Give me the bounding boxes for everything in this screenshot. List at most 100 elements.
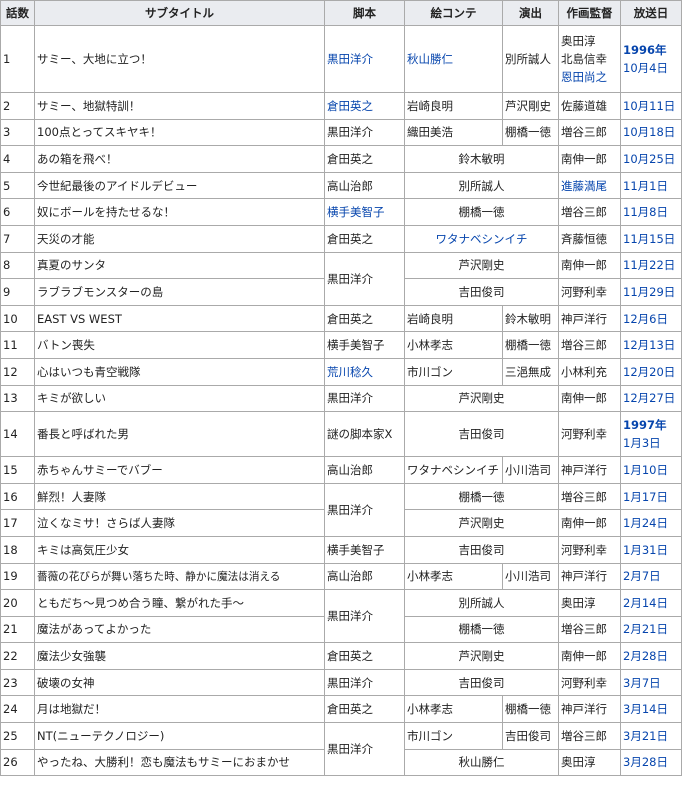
air-date-link[interactable]: 1月17日 [623,490,668,504]
animation-director-name: 北島信幸 [561,52,607,66]
air-date-link[interactable]: 11月29日 [623,285,675,299]
animation-director-name: 奥田淳 [561,34,596,48]
episode-storyboard: 小林孝志 [404,562,503,591]
air-date-link[interactable]: 10月18日 [623,125,675,139]
air-date-link[interactable]: 12月6日 [623,312,668,326]
header-storyboard: 絵コンテ [404,0,503,26]
animation-director-link[interactable]: 進藤満尾 [561,179,607,193]
air-date-link[interactable]: 3月7日 [623,676,661,690]
episode-number: 15 [0,456,35,484]
episode-storyboard-director: 芦沢剛史 [404,384,559,413]
episode-storyboard-director: 秋山勝仁 [404,748,559,777]
episode-storyboard-director: 棚橋一徳 [404,198,559,226]
episode-script: 黒田洋介 [324,589,405,644]
header-episode-number: 話数 [0,0,35,26]
table-row: 3 100点とってスキヤキ！ 黒田洋介 織田美浩 棚橋一徳 増谷三郎 10月18… [0,118,682,147]
episode-storyboard-director: 芦沢剛史 [404,251,559,280]
air-date-link[interactable]: 12月13日 [623,338,675,352]
episode-director: 芦沢剛史 [502,92,559,120]
air-date-link[interactable]: 11月1日 [623,179,668,193]
episode-script: 高山治郎 [324,456,405,484]
air-date-link[interactable]: 11月22日 [623,258,675,272]
storyboard-link[interactable]: 秋山勝仁 [407,52,453,66]
air-date-link[interactable]: 11月15日 [623,232,675,246]
episode-animation-director: 増谷三郎 [558,331,621,359]
episode-script: 黒田洋介 [324,668,405,697]
air-date-link[interactable]: 3月28日 [623,755,668,769]
air-date-link[interactable]: 1月10日 [623,463,668,477]
script-link[interactable]: 黒田洋介 [327,52,373,66]
air-date-link[interactable]: 2月14日 [623,596,668,610]
episode-director: 別所誠人 [502,25,559,93]
episode-number: 9 [0,278,35,306]
script-link[interactable]: 倉田英之 [327,99,373,113]
episode-director: 棚橋一徳 [502,331,559,359]
air-date-link[interactable]: 2月7日 [623,569,661,583]
episode-subtitle: 薔薇の花びらが舞い落ちた時、静かに魔法は消える [34,562,325,591]
episode-animation-director: 南伸一郎 [558,145,621,173]
air-date-link[interactable]: 3月14日 [623,702,668,716]
episode-storyboard: ワタナベシンイチ [404,456,503,484]
table-row: 7 天災の才能 倉田英之 ワタナベシンイチ 斉藤恒徳 11月15日 [0,224,682,253]
air-date-link[interactable]: 1月3日 [623,434,679,452]
air-year-link[interactable]: 1997年 [623,416,679,434]
air-date-link[interactable]: 11月8日 [623,205,668,219]
header-director: 演出 [502,0,559,26]
episode-air-date: 1月24日 [620,509,682,537]
episode-number: 5 [0,171,35,200]
episode-director: 小川浩司 [502,456,559,484]
episode-storyboard-director: ワタナベシンイチ [404,224,559,253]
air-date-link[interactable]: 10月25日 [623,152,675,166]
episode-subtitle: 番長と呼ばれた男 [34,411,325,458]
episode-number: 24 [0,695,35,724]
header-script: 脚本 [324,0,405,26]
episode-subtitle: 奴にボールを持たせるな！ [34,198,325,226]
episode-subtitle: NT(ニューテクノロジー) [34,722,325,750]
air-date-link[interactable]: 3月21日 [623,729,668,743]
episode-subtitle: 魔法少女強襲 [34,642,325,670]
episode-air-date: 11月22日 [620,251,682,280]
episode-animation-director: 南伸一郎 [558,509,621,537]
air-date-link[interactable]: 12月20日 [623,365,675,379]
episode-number: 19 [0,562,35,591]
episode-air-date: 3月21日 [620,722,682,750]
episode-subtitle: やったね、大勝利！恋も魔法もサミーにおまかせ [34,748,325,777]
table-row: 5 今世紀最後のアイドルデビュー 高山治郎 別所誠人 進藤満尾 11月1日 [0,171,682,200]
episode-animation-director: 神戸洋行 [558,562,621,591]
air-date-link[interactable]: 10月11日 [623,99,675,113]
storyboard-link[interactable]: ワタナベシンイチ [436,232,528,246]
episode-storyboard: 秋山勝仁 [404,25,503,93]
header-air-date: 放送日 [620,0,682,26]
episode-animation-director: 神戸洋行 [558,456,621,484]
script-link[interactable]: 横手美智子 [327,205,385,219]
episode-air-date: 2月28日 [620,642,682,670]
episode-storyboard: 小林孝志 [404,331,503,359]
air-date-link[interactable]: 1月31日 [623,543,668,557]
animation-director-link[interactable]: 恩田尚之 [561,68,618,86]
air-date-link[interactable]: 2月21日 [623,622,668,636]
air-year-link[interactable]: 1996年 [623,41,679,59]
episode-script: 高山治郎 [324,171,405,200]
episode-air-date: 12月20日 [620,357,682,386]
air-date-link[interactable]: 1月24日 [623,516,668,530]
episode-script: 荒川稔久 [324,357,405,386]
episode-animation-director: 河野利幸 [558,668,621,697]
air-date-link[interactable]: 10月4日 [623,59,679,77]
air-date-link[interactable]: 2月28日 [623,649,668,663]
episode-air-date: 12月13日 [620,331,682,359]
episode-storyboard: 岩崎良明 [404,92,503,120]
table-row: 22 魔法少女強襲 倉田英之 芦沢剛史 南伸一郎 2月28日 [0,642,682,670]
episode-air-date: 2月21日 [620,615,682,644]
episode-animation-director: 南伸一郎 [558,384,621,413]
episode-animation-director: 増谷三郎 [558,118,621,147]
episode-subtitle: キミは高気圧少女 [34,535,325,564]
episode-subtitle: 鮮烈！人妻隊 [34,482,325,511]
episode-number: 3 [0,118,35,147]
episode-director: 三浥無成 [502,357,559,386]
script-link[interactable]: 荒川稔久 [327,365,373,379]
table-row: 11 バトン喪失 横手美智子 小林孝志 棚橋一徳 増谷三郎 12月13日 [0,331,682,359]
episode-script: 黒田洋介 [324,25,405,93]
air-date-link[interactable]: 12月27日 [623,391,675,405]
episode-animation-director: 小林利充 [558,357,621,386]
episode-number: 17 [0,509,35,537]
